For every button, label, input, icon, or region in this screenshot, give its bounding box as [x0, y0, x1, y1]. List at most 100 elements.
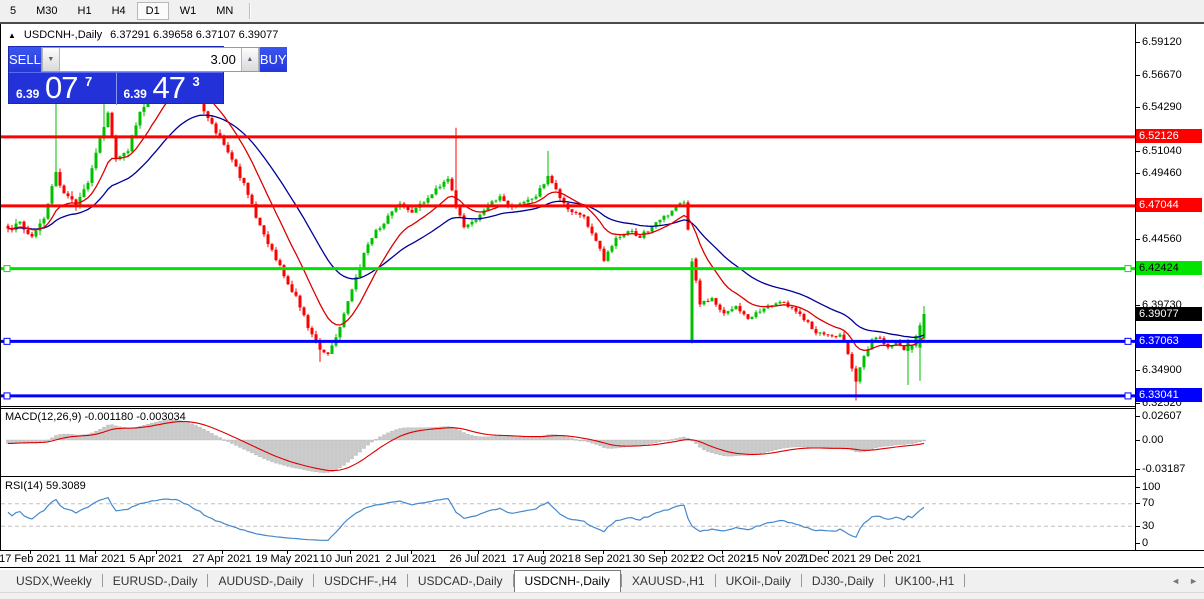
trade-panel-top-row: SELL ▼ ▲ BUY: [9, 47, 287, 73]
price-tag-6.42424[interactable]: 6.42424: [1136, 261, 1202, 275]
timeframe-button-mn[interactable]: MN: [207, 2, 242, 20]
date-label: 7 Dec 2021: [799, 553, 857, 565]
price-tick-6.34900: 6.34900: [1142, 364, 1182, 376]
hline-handle[interactable]: [3, 392, 11, 400]
tab-scroll-arrows: ◄ ►: [1171, 576, 1198, 586]
date-label: 30 Sep 2021: [632, 553, 696, 565]
volume-decrease-button[interactable]: ▼: [41, 48, 60, 71]
date-label: 22 Oct 2021: [692, 553, 752, 565]
date-label: 26 Jul 2021: [449, 553, 507, 565]
macd-tick-0.02607: 0.02607: [1142, 410, 1182, 422]
tab-ukoil-daily[interactable]: UKOil-,Daily: [716, 571, 801, 592]
date-label: 29 Dec 2021: [858, 553, 922, 565]
chart-tab-bar: USDX,Weekly EURUSD-,Daily AUDUSD-,Daily USD…: [0, 569, 1204, 592]
buy-button[interactable]: BUY: [259, 47, 287, 72]
collapse-panel-icon[interactable]: ▲: [8, 31, 16, 40]
price-tick-6.56670: 6.56670: [1142, 69, 1182, 81]
price-tick-6.49460: 6.49460: [1142, 167, 1182, 179]
buy-price-prefix: 6.39: [123, 87, 147, 101]
axis-tick-mark: [1135, 151, 1140, 152]
macd-tick-0.00: 0.00: [1142, 434, 1164, 446]
chart-title: USDCNH-,Daily: [23, 29, 103, 41]
tab-separator: [964, 574, 966, 587]
macd-tick--0.03187: -0.03187: [1142, 463, 1186, 475]
timeframe-button-m30[interactable]: M30: [27, 2, 66, 20]
macd-indicator-label: MACD(12,26,9) -0.001180 -0.003034: [5, 411, 186, 423]
hline-handle[interactable]: [3, 265, 11, 273]
timeframe-button-d1[interactable]: D1: [136, 2, 169, 20]
tab-uk100-h1[interactable]: UK100-,H1: [885, 571, 964, 592]
axis-tick-mark: [1135, 370, 1140, 371]
hline-handle[interactable]: [1124, 265, 1132, 273]
volume-increase-button[interactable]: ▲: [240, 48, 259, 71]
axis-tick-mark: [1135, 440, 1140, 441]
tab-scroll-left-icon[interactable]: ◄: [1171, 576, 1180, 586]
sell-price-pip-digit: 7: [85, 74, 93, 89]
axis-tick-mark: [1135, 487, 1140, 488]
rsi-pane-surface[interactable]: [0, 478, 1135, 550]
sell-button[interactable]: SELL: [9, 47, 41, 72]
tab-audusd-daily[interactable]: AUDUSD-,Daily: [208, 571, 313, 592]
tab-usdchf-h4[interactable]: USDCHF-,H4: [314, 571, 407, 592]
date-axis[interactable]: 17 Feb 2021 11 Mar 2021 5 Apr 2021 27 Apr 2…: [0, 551, 1204, 567]
trading-terminal-window: 5 M30 H1 H4 D1 W1 MN 6.59120 6.56670 6.54290 6.51…: [0, 0, 1204, 599]
tab-eurusd-daily[interactable]: EURUSD-,Daily: [103, 571, 208, 592]
price-tick-6.54290: 6.54290: [1142, 101, 1182, 113]
toolbar-separator: [249, 3, 252, 19]
timeframe-button-5[interactable]: 5: [1, 2, 25, 20]
tab-xauusd-h1[interactable]: XAUUSD-,H1: [622, 571, 715, 592]
current-price-tag: 6.39077: [1136, 307, 1202, 321]
trade-panel-prices: 6.39 07 7 6.39 47 3: [9, 70, 224, 105]
chart-left-border: [0, 24, 1, 550]
price-tick-6.51040: 6.51040: [1142, 145, 1182, 157]
buy-price-display[interactable]: 6.39 47 3: [117, 70, 224, 105]
price-tag-6.33041[interactable]: 6.33041: [1136, 388, 1202, 402]
hline-handle[interactable]: [3, 337, 11, 345]
timeframe-button-h4[interactable]: H4: [103, 2, 135, 20]
axis-tick-mark: [1135, 42, 1140, 43]
date-label: 11 Mar 2021: [64, 553, 126, 565]
rsi-tick-100: 100: [1142, 481, 1161, 493]
tab-scroll-right-icon[interactable]: ►: [1189, 576, 1198, 586]
status-strip: [0, 592, 1204, 599]
date-label: 17 Feb 2021: [0, 553, 61, 565]
price-tag-6.37063[interactable]: 6.37063: [1136, 334, 1202, 348]
date-label: 17 Aug 2021: [512, 553, 574, 565]
hline-handle[interactable]: [1124, 392, 1132, 400]
rsi-tick-30: 30: [1142, 520, 1155, 532]
buy-price-big-digits: 47: [152, 70, 186, 105]
axis-tick-mark: [1135, 75, 1140, 76]
volume-spinner: ▼ ▲: [40, 47, 260, 72]
tab-dj30-daily[interactable]: DJ30-,Daily: [802, 571, 884, 592]
buy-price-pip-digit: 3: [192, 74, 200, 89]
price-tag-6.47044[interactable]: 6.47044: [1136, 198, 1202, 212]
axis-tick-mark: [1135, 503, 1140, 504]
axis-tick-mark: [1135, 403, 1140, 404]
axis-tick-mark: [1135, 305, 1140, 306]
timeframe-button-h1[interactable]: H1: [69, 2, 101, 20]
sell-price-display[interactable]: 6.39 07 7: [9, 70, 117, 105]
sell-price-prefix: 6.39: [16, 87, 40, 101]
date-label: 10 Jun 2021: [319, 553, 381, 565]
date-label: 5 Apr 2021: [129, 553, 183, 565]
chart-title-bar: ▲ USDCNH-,Daily 6.37291 6.39658 6.37107 …: [8, 29, 278, 41]
price-tag-6.52126[interactable]: 6.52126: [1136, 129, 1202, 143]
chart-ohlc-values: 6.37291 6.39658 6.37107 6.39077: [110, 29, 279, 41]
tab-usdx-weekly[interactable]: USDX,Weekly: [6, 571, 102, 592]
rsi-tick-70: 70: [1142, 497, 1155, 509]
timeframe-button-w1[interactable]: W1: [171, 2, 206, 20]
tab-usdcad-daily[interactable]: USDCAD-,Daily: [408, 571, 513, 592]
hline-handle[interactable]: [1124, 337, 1132, 345]
date-label: 27 Apr 2021: [192, 553, 252, 565]
sell-price-big-digits: 07: [45, 70, 78, 105]
axis-tick-mark: [1135, 173, 1140, 174]
rsi-tick-0: 0: [1142, 537, 1149, 549]
volume-input[interactable]: [59, 48, 241, 71]
date-label: 8 Sep 2021: [574, 553, 632, 565]
window-divider: [0, 567, 1204, 568]
price-tick-6.44560: 6.44560: [1142, 233, 1182, 245]
axis-tick-mark: [1135, 543, 1140, 544]
tab-usdcnh-daily[interactable]: USDCNH-,Daily: [513, 570, 621, 592]
axis-tick-mark: [1135, 469, 1140, 470]
price-axis-border: [1135, 24, 1136, 550]
